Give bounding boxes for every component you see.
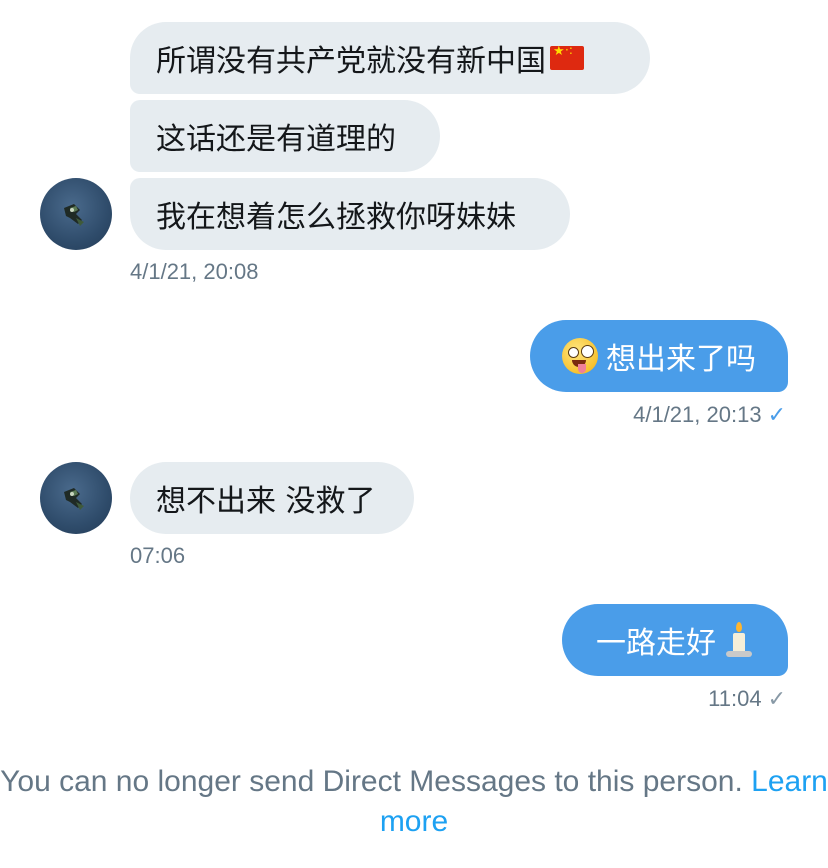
read-checkmark-icon: ✓	[767, 402, 786, 427]
avatar-image-icon	[64, 204, 84, 226]
dm-conversation: 所谓没有共产党就没有新中国 这话还是有道理的 我在想着怎么拯救你呀妹妹 4/1/…	[0, 0, 828, 868]
message-text: 想不出来 没救了	[156, 484, 376, 519]
message-text: 一路走好	[596, 626, 716, 661]
incoming-message-bubble[interactable]: 这话还是有道理的	[130, 100, 440, 172]
message-text: 我在想着怎么拯救你呀妹妹	[156, 200, 516, 235]
message-timestamp: 07:06	[130, 543, 186, 568]
incoming-message-bubble[interactable]: 想不出来 没救了	[130, 462, 414, 534]
notice-text: You can no longer send Direct Messages t…	[0, 765, 743, 798]
incoming-message-bubble[interactable]: 所谓没有共产党就没有新中国	[130, 22, 650, 94]
message-text: 这话还是有道理的	[156, 122, 396, 157]
dm-disabled-notice: You can no longer send Direct Messages t…	[0, 762, 828, 842]
sent-checkmark-icon: ✓	[767, 686, 786, 711]
sender-avatar[interactable]	[40, 462, 112, 534]
message-text: 所谓没有共产党就没有新中国	[156, 44, 546, 79]
avatar-image-icon	[64, 488, 84, 510]
china-flag-icon	[550, 43, 584, 70]
outgoing-message-bubble[interactable]: 想出来了吗	[530, 320, 788, 392]
message-timestamp: 4/1/21, 20:08	[130, 259, 259, 284]
message-timestamp: 4/1/21, 20:13 ✓	[633, 402, 786, 427]
incoming-message-bubble[interactable]: 我在想着怎么拯救你呀妹妹	[130, 178, 570, 250]
sender-avatar[interactable]	[40, 178, 112, 250]
message-timestamp: 11:04 ✓	[708, 686, 786, 711]
zany-face-emoji-icon	[562, 338, 598, 374]
outgoing-message-bubble[interactable]: 一路走好	[562, 604, 788, 676]
message-text: 想出来了吗	[606, 342, 756, 377]
candle-emoji-icon	[724, 621, 754, 659]
